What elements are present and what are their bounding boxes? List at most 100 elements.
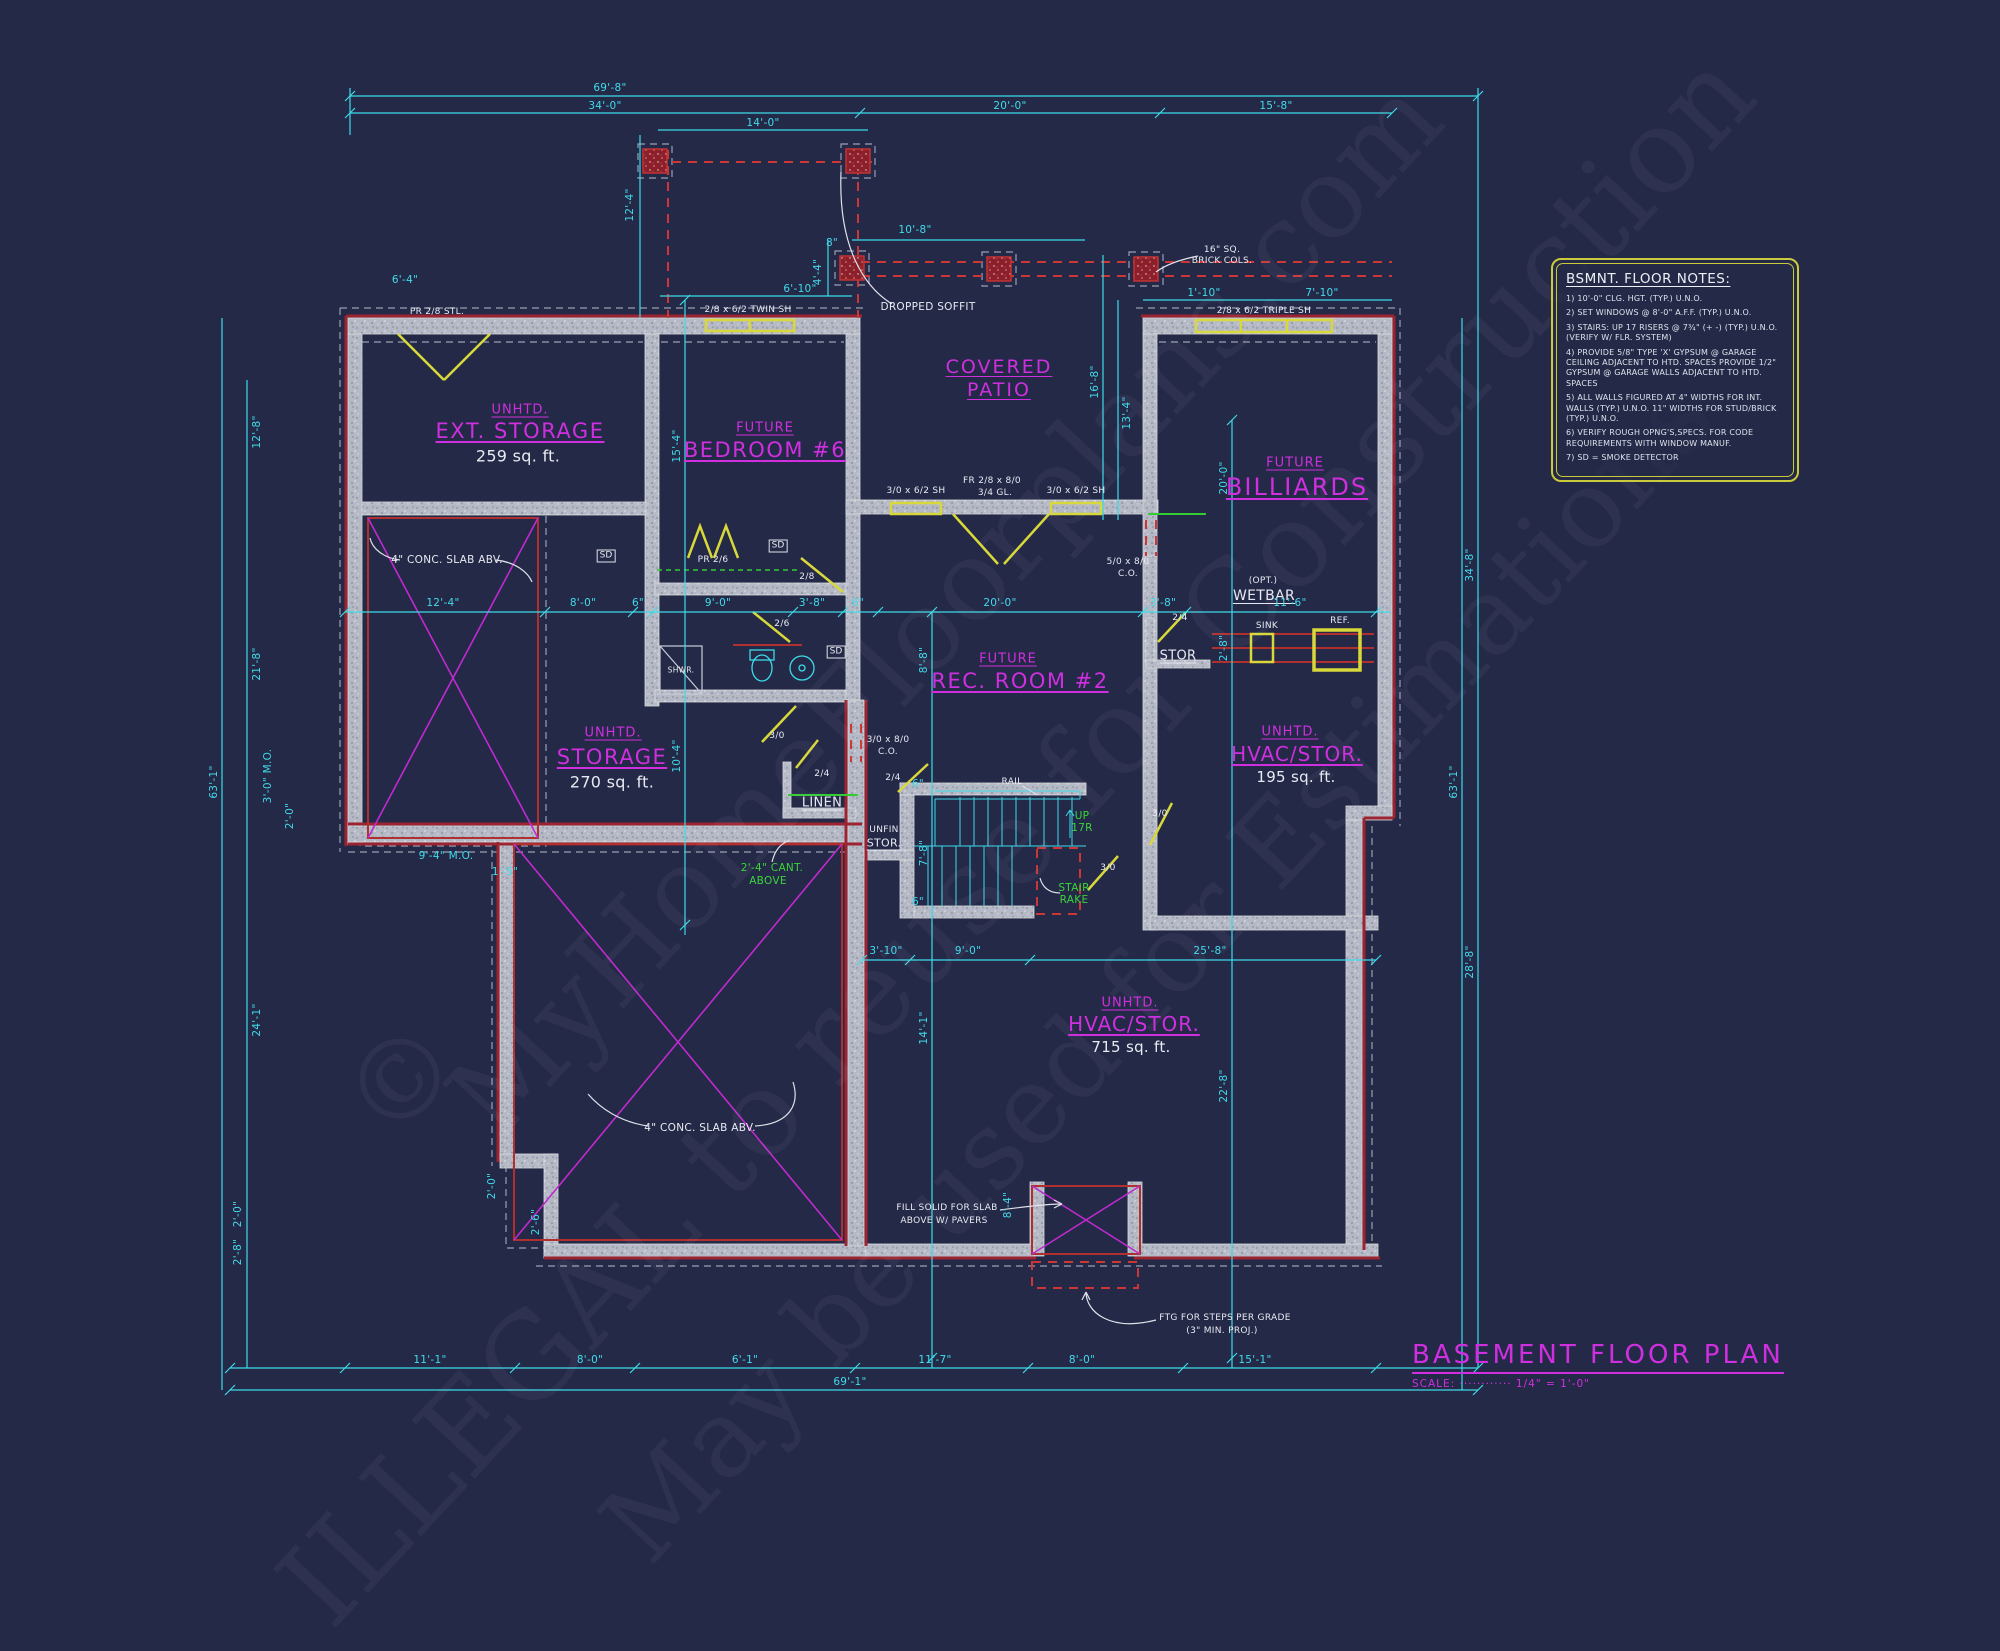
fill-solid-note-1: FILL SOLID FOR SLAB xyxy=(896,1203,997,1213)
note-3: 3) STAIRS: UP 17 RISERS @ 7¾" (+ -) (TYP… xyxy=(1566,323,1784,344)
dim-patio-610: 6'-10" xyxy=(783,283,816,295)
dim-mid-80: 8'-0" xyxy=(570,597,596,609)
brick-cols-note-1: 16" SQ. xyxy=(1204,245,1240,255)
room-storage-name: STORAGE xyxy=(557,745,667,769)
dim-stairs-6b: 6" xyxy=(912,896,924,908)
dim-patio-8: 8" xyxy=(826,237,838,249)
room-hvac715-unhtd: UNHTD. xyxy=(1101,996,1158,1011)
stair-rake-label-1: STAIR xyxy=(1058,882,1089,894)
room-hvac715-name: HVAC/STOR. xyxy=(1068,1012,1200,1036)
dim-200-billiards: 20'-0" xyxy=(1218,461,1230,494)
dim-mid-116: 11'-6" xyxy=(1273,597,1306,609)
door-label-30-storage: 3/0 xyxy=(769,731,784,741)
opening-label-co50-1: 5/0 x 8/0 xyxy=(1107,557,1150,567)
dim-left-28: 2'-8" xyxy=(232,1239,244,1265)
title-block: BASEMENT FLOOR PLAN SCALE: ············ … xyxy=(1412,1340,1784,1390)
dim-left-20b: 2'-0" xyxy=(232,1201,244,1227)
smoke-detector-1: SD xyxy=(769,540,788,553)
door-label-24-linen2: 2/4 xyxy=(885,773,900,783)
room-ext-storage-name: EXT. STORAGE xyxy=(436,419,605,443)
dim-bot-overall: 69'-1" xyxy=(833,1376,866,1388)
dim-154: 15'-4" xyxy=(671,429,683,462)
cant-above-label-2: ABOVE xyxy=(749,875,787,887)
dim-low-258: 25'-8" xyxy=(1193,945,1226,957)
door-label-30-lower: 3/0 xyxy=(1100,863,1115,873)
dim-134: 13'-4" xyxy=(1121,396,1133,429)
dim-patio-710: 7'-10" xyxy=(1305,287,1338,299)
dim-right-348: 34'-8" xyxy=(1464,548,1476,581)
dim-mo94: 9'-4" M.O. xyxy=(419,850,474,862)
dim-168: 16'-8" xyxy=(1089,365,1101,398)
dim-stairs-6a: 6" xyxy=(912,778,924,790)
room-billiards-name: BILLIARDS xyxy=(1226,473,1368,501)
leader-lines xyxy=(370,172,1198,1324)
bath-fixtures xyxy=(750,650,814,681)
dim-left-218: 21'-8" xyxy=(251,647,263,680)
door-label-28: 2/8 xyxy=(799,572,814,582)
unfin-line1: UNFIN xyxy=(869,825,898,835)
conc-slab-note-lower: 4" CONC. SLAB ABV. xyxy=(644,1122,755,1134)
dim-top-158: 15'-8" xyxy=(1259,100,1292,112)
basement-floor-plan: MyHomeFloorplans.com ILLEGAL to reuse fo… xyxy=(0,0,2000,1500)
dim-64: 6'-4" xyxy=(392,274,418,286)
door-label-30-hvac: 3/0 xyxy=(1152,809,1167,819)
room-hvac715-area: 715 sq. ft. xyxy=(1091,1038,1170,1056)
dim-left-128: 12'-8" xyxy=(251,415,263,448)
floor-plan-drawing xyxy=(0,0,2000,1500)
door-label-24-linen1: 2/4 xyxy=(814,769,829,779)
dim-left-63: 63'-1" xyxy=(208,765,220,798)
dim-left-mo30: 3'-0" M.O. xyxy=(262,749,274,804)
dim-right-288: 28'-8" xyxy=(1464,945,1476,978)
sheet-title: BASEMENT FLOOR PLAN xyxy=(1412,1340,1784,1374)
room-billiards-future: FUTURE xyxy=(1266,456,1324,471)
dim-141: 14'-1" xyxy=(918,1011,930,1044)
room-hvac195-area: 195 sq. ft. xyxy=(1256,768,1335,786)
dim-right-63: 63'-1" xyxy=(1448,765,1460,798)
door-label-pr28stl: PR 2/8 STL. xyxy=(410,307,464,317)
dim-28-wetbar: 2'-8" xyxy=(1218,635,1230,661)
stair-rake-label-2: RAKE xyxy=(1060,894,1089,906)
note-6: 6) VERIFY ROUGH OPNG'S,SPECS. FOR CODE R… xyxy=(1566,428,1784,449)
note-4: 4) PROVIDE 5/8" TYPE 'X' GYPSUM @ GARAGE… xyxy=(1566,348,1784,390)
linen-closet: LINEN xyxy=(802,796,842,811)
slab-outlines xyxy=(368,518,1374,1254)
dim-sm20: 2'-0" xyxy=(486,1173,498,1199)
dim-mid-6a: 6" xyxy=(632,597,644,609)
dim-top-34: 34'-0" xyxy=(588,100,621,112)
dim-mid-90: 9'-0" xyxy=(705,597,731,609)
room-storage-area: 270 sq. ft. xyxy=(570,773,654,792)
dim-top-14: 14'-0" xyxy=(746,117,779,129)
ref-label: REF. xyxy=(1330,616,1350,626)
dim-top-20: 20'-0" xyxy=(993,100,1026,112)
dim-sm84: 8'-4" xyxy=(1002,1192,1014,1218)
window-label-sh-left: 3/0 x 6/2 SH xyxy=(887,486,946,496)
room-hvac195-unhtd: UNHTD. xyxy=(1261,725,1318,740)
bsmnt-floor-notes-panel: BSMNT. FLOOR NOTES: 1) 10'-0" CLG. HGT. … xyxy=(1551,258,1799,482)
window-label-twin: 2/8 x 6/2 TWIN SH xyxy=(704,305,791,315)
room-bedroom6-name: BEDROOM #6 xyxy=(684,438,846,462)
dim-patio-44: 4'-4" xyxy=(812,259,824,285)
rail-label: RAIL xyxy=(1002,777,1023,787)
dropped-soffit-note: DROPPED SOFFIT xyxy=(880,301,975,313)
room-rec-name: REC. ROOM #2 xyxy=(931,669,1108,693)
dim-15: 1'-5" xyxy=(492,866,518,878)
dim-low-90: 9'-0" xyxy=(955,945,981,957)
room-ext-storage-unhtd: UNHTD. xyxy=(491,403,548,418)
room-ext-storage-area: 259 sq. ft. xyxy=(476,447,560,466)
stairs-risers-label: 17R xyxy=(1071,822,1093,834)
door-label-fr2: 3/4 GL. xyxy=(978,488,1012,498)
note-5: 5) ALL WALLS FIGURED AT 4" WIDTHS FOR IN… xyxy=(1566,393,1784,424)
room-patio-line2: PATIO xyxy=(967,379,1031,401)
smoke-detector-2: SD xyxy=(827,646,846,659)
dim-low-310: 3'-10" xyxy=(869,945,902,957)
dim-left-241: 24'-1" xyxy=(251,1003,263,1036)
dim-mid-6b: 6" xyxy=(852,597,864,609)
dim-bot-117: 11'-7" xyxy=(918,1354,951,1366)
sink-label: SINK xyxy=(1256,621,1278,631)
stor-closet: STOR xyxy=(1160,649,1197,664)
opening-label-co50-2: C.O. xyxy=(1118,569,1138,579)
dim-bot-61: 6'-1" xyxy=(732,1354,758,1366)
conc-slab-note-upper: 4" CONC. SLAB ABV. xyxy=(391,554,502,566)
dim-mid-124: 12'-4" xyxy=(426,597,459,609)
room-patio-line1: COVERED xyxy=(946,356,1053,378)
